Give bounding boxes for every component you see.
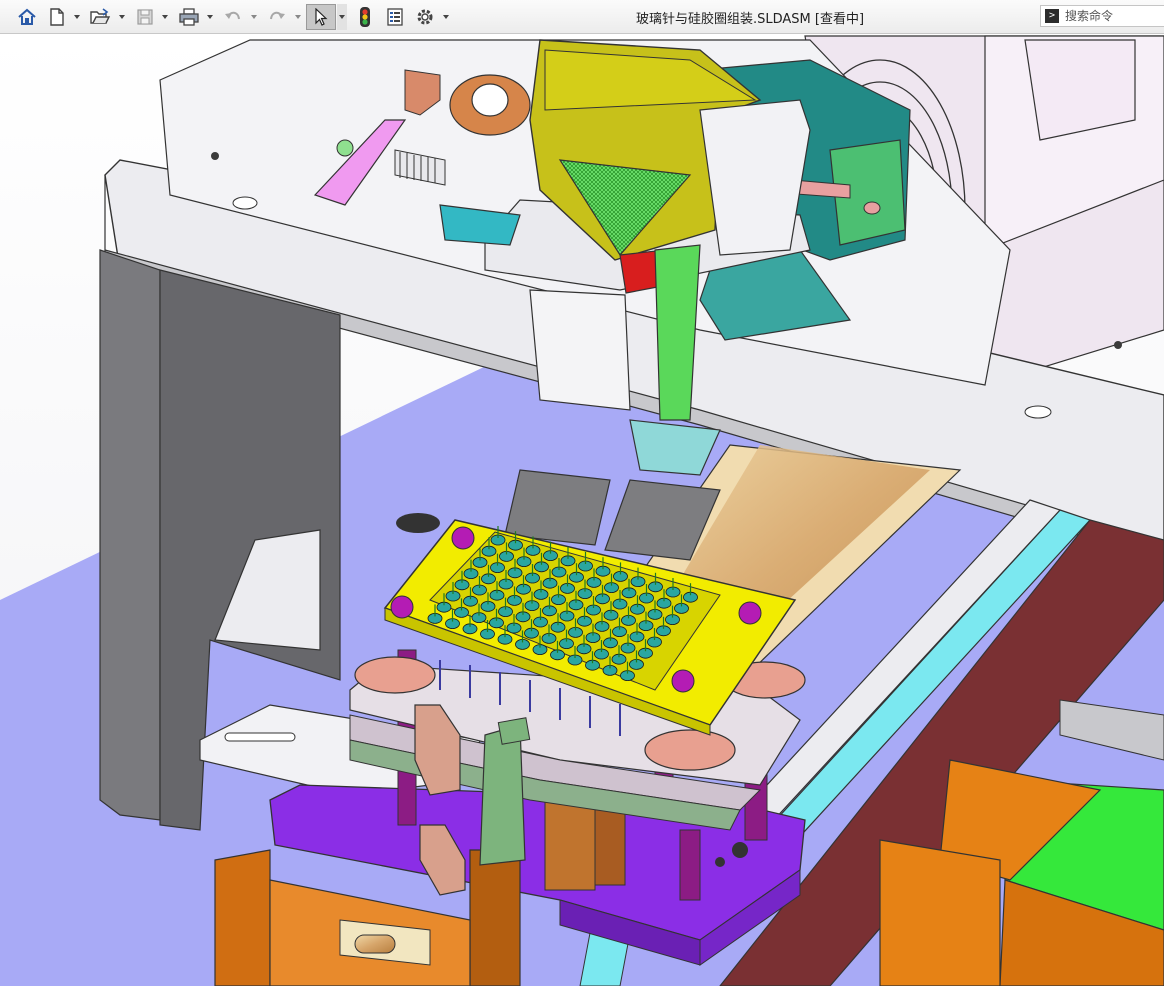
save-icon[interactable] [132,4,158,30]
select-pointer-icon[interactable] [306,4,336,30]
open-folder-dropdown-icon[interactable] [117,4,127,30]
redo-icon[interactable] [264,4,290,30]
document-title: 玻璃针与硅胶圈组装.SLDASM [查看中] [635,12,865,27]
search-commands-input[interactable] [1065,9,1155,23]
options-gear-icon[interactable] [412,4,438,30]
assembly-model-render [0,34,1164,986]
print-icon[interactable] [176,4,202,30]
select-pointer-dropdown-icon[interactable] [337,4,347,30]
title-toolbar-bar: 玻璃针与硅胶圈组装.SLDASM [查看中] > [0,0,1164,34]
save-dropdown-icon[interactable] [160,4,170,30]
left-leg [99,249,161,821]
command-prompt-icon: > [1045,9,1059,23]
undo-icon[interactable] [220,4,246,30]
search-commands-box[interactable]: > [1040,5,1164,27]
open-folder-icon[interactable] [87,4,113,30]
redo-dropdown-icon[interactable] [293,4,303,30]
rebuild-traffic-light-icon[interactable] [352,4,378,30]
file-properties-icon[interactable] [382,4,408,30]
home-icon[interactable] [14,4,40,30]
graphics-viewport[interactable] [0,34,1164,986]
print-dropdown-icon[interactable] [205,4,215,30]
new-document-dropdown-icon[interactable] [72,4,82,30]
options-dropdown-icon[interactable] [441,4,451,30]
undo-dropdown-icon[interactable] [249,4,259,30]
new-document-icon[interactable] [44,4,70,30]
